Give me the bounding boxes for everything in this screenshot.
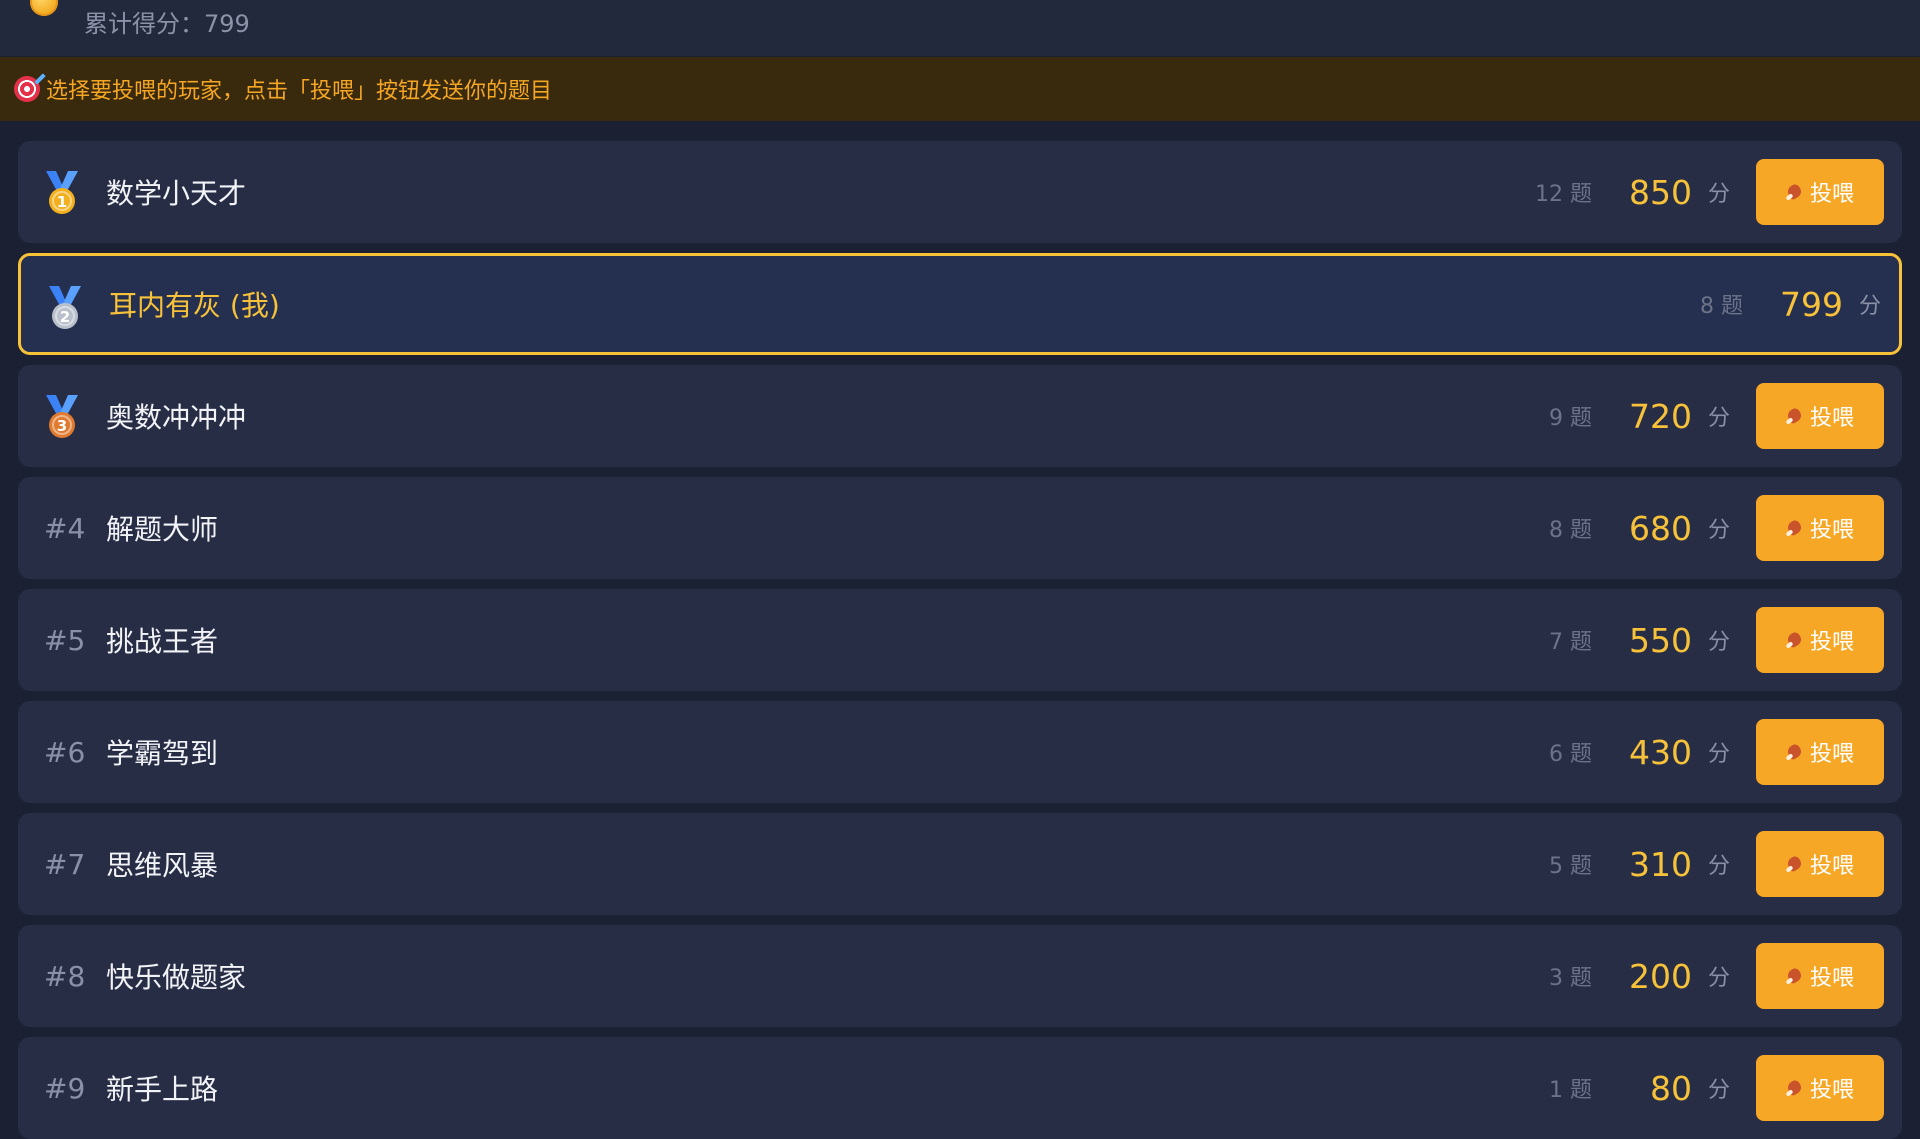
feed-button-label: 投喂 bbox=[1809, 518, 1854, 543]
player-score: 430 bbox=[1629, 732, 1692, 772]
player-row[interactable]: #4 解题大师 分 680 8 题 投喂 bbox=[18, 477, 1902, 579]
question-count: 8 题 bbox=[1700, 294, 1743, 319]
player-row[interactable]: #7 思维风暴 分 310 5 题 投喂 bbox=[18, 813, 1902, 915]
feed-button-label: 投喂 bbox=[1809, 406, 1854, 431]
player-name: 快乐做题家 bbox=[106, 961, 247, 994]
player-score: 310 bbox=[1629, 844, 1692, 884]
question-count: 9 题 bbox=[1549, 406, 1592, 431]
feed-button[interactable]: 投喂 bbox=[1756, 719, 1884, 785]
meat-icon bbox=[1786, 183, 1804, 201]
player-row[interactable]: #8 快乐做题家 分 200 3 题 投喂 bbox=[18, 925, 1902, 1027]
score-unit: 分 bbox=[1707, 1078, 1730, 1103]
feed-button-label: 投喂 bbox=[1809, 182, 1854, 207]
question-count: 1 题 bbox=[1549, 1078, 1592, 1103]
feed-button-label: 投喂 bbox=[1809, 1078, 1854, 1103]
svg-text:1: 1 bbox=[57, 193, 67, 211]
player-name: 解题大师 bbox=[106, 513, 219, 546]
score-unit: 分 bbox=[1707, 854, 1730, 879]
total-score-text: 累计得分：799 bbox=[84, 10, 250, 38]
player-name: 新手上路 bbox=[106, 1073, 219, 1106]
feed-button-label: 投喂 bbox=[1809, 742, 1854, 767]
instruction-banner: 选择要投喂的玩家，点击「投喂」按钮发送你的题目 bbox=[0, 57, 1920, 121]
player-row[interactable]: #9 新手上路 分 80 1 题 投喂 bbox=[18, 1037, 1902, 1139]
score-unit: 分 bbox=[1707, 182, 1730, 207]
svg-text:2: 2 bbox=[60, 308, 70, 326]
feed-button[interactable]: 投喂 bbox=[1756, 1055, 1884, 1121]
score-unit: 分 bbox=[1707, 518, 1730, 543]
score-unit: 分 bbox=[1707, 742, 1730, 767]
meat-icon bbox=[1786, 631, 1804, 649]
player-score: 680 bbox=[1629, 508, 1692, 548]
feed-button-label: 投喂 bbox=[1809, 854, 1854, 879]
score-unit: 分 bbox=[1707, 630, 1730, 655]
meat-icon bbox=[1786, 967, 1804, 985]
player-row[interactable]: #5 挑战王者 分 550 7 题 投喂 bbox=[18, 589, 1902, 691]
feed-button[interactable]: 投喂 bbox=[1756, 943, 1884, 1009]
player-score: 550 bbox=[1629, 620, 1692, 660]
rank-label: #7 bbox=[44, 847, 86, 881]
question-count: 7 题 bbox=[1549, 630, 1592, 655]
gold-medal-icon: 1 bbox=[46, 171, 78, 214]
meat-icon bbox=[1786, 1079, 1804, 1097]
player-name: 学霸驾到 bbox=[106, 737, 219, 770]
player-name: 思维风暴 bbox=[106, 849, 219, 882]
player-score: 799 bbox=[1780, 284, 1843, 324]
question-count: 5 题 bbox=[1549, 854, 1592, 879]
meat-icon bbox=[1786, 407, 1804, 425]
rank-label: #9 bbox=[44, 1071, 86, 1105]
rank-label: #4 bbox=[44, 511, 86, 545]
rank-label: #5 bbox=[44, 623, 86, 657]
player-row-me: 2 耳内有灰 (我) 分 799 8 题 bbox=[18, 253, 1902, 355]
player-score: 80 bbox=[1650, 1068, 1692, 1108]
player-score: 200 bbox=[1629, 956, 1692, 996]
feed-button[interactable]: 投喂 bbox=[1756, 495, 1884, 561]
score-unit: 分 bbox=[1707, 406, 1730, 431]
silver-medal-icon: 2 bbox=[49, 286, 81, 329]
player-name: 奥数冲冲冲 bbox=[106, 401, 247, 434]
svg-text:3: 3 bbox=[57, 417, 67, 435]
player-row[interactable]: 1 数学小天才 分 850 12 题 投喂 bbox=[18, 141, 1902, 243]
instruction-text: 选择要投喂的玩家，点击「投喂」按钮发送你的题目 bbox=[46, 79, 553, 104]
feed-button[interactable]: 投喂 bbox=[1756, 831, 1884, 897]
score-unit: 分 bbox=[1858, 294, 1881, 319]
player-score: 720 bbox=[1629, 396, 1692, 436]
question-count: 12 题 bbox=[1535, 182, 1592, 207]
target-icon bbox=[14, 76, 40, 102]
bronze-medal-icon: 3 bbox=[46, 395, 78, 438]
player-row[interactable]: 3 奥数冲冲冲 分 720 9 题 投喂 bbox=[18, 365, 1902, 467]
player-name: 挑战王者 bbox=[106, 625, 219, 658]
feed-button[interactable]: 投喂 bbox=[1756, 383, 1884, 449]
player-row[interactable]: #6 学霸驾到 分 430 6 题 投喂 bbox=[18, 701, 1902, 803]
rank-label: #8 bbox=[44, 959, 86, 993]
player-score: 850 bbox=[1629, 172, 1692, 212]
player-name: 耳内有灰 (我) bbox=[109, 289, 280, 322]
rank-label: #6 bbox=[44, 735, 86, 769]
meat-icon bbox=[1786, 743, 1804, 761]
feed-button[interactable]: 投喂 bbox=[1756, 607, 1884, 673]
question-count: 8 题 bbox=[1549, 518, 1592, 543]
feed-button-label: 投喂 bbox=[1809, 966, 1854, 991]
feed-button[interactable]: 投喂 bbox=[1756, 159, 1884, 225]
player-name: 数学小天才 bbox=[106, 177, 247, 210]
meat-icon bbox=[1786, 519, 1804, 537]
gold-coin-icon bbox=[30, 0, 58, 16]
feed-button-label: 投喂 bbox=[1809, 630, 1854, 655]
question-count: 6 题 bbox=[1549, 742, 1592, 767]
meat-icon bbox=[1786, 855, 1804, 873]
score-unit: 分 bbox=[1707, 966, 1730, 991]
top-bar: 累计得分：799 bbox=[0, 0, 1920, 56]
question-count: 3 题 bbox=[1549, 966, 1592, 991]
